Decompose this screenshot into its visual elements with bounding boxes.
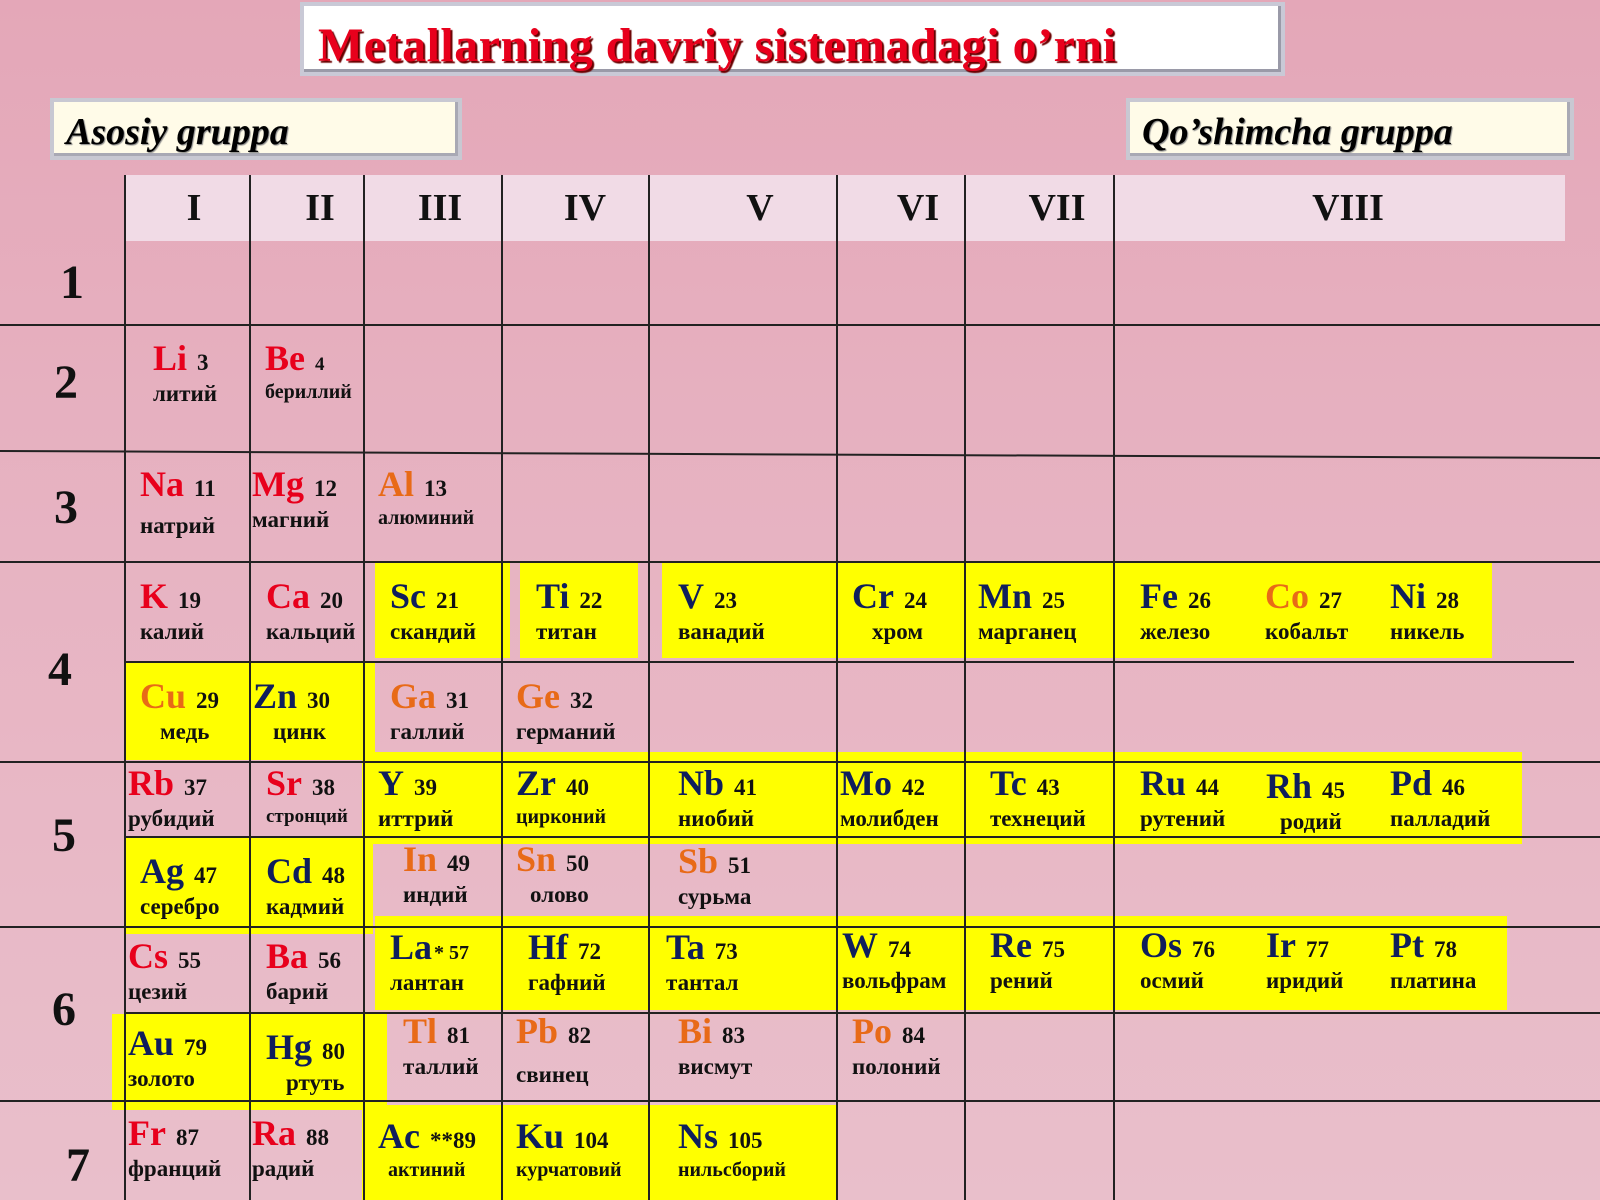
- element-W: W 74 вольфрам: [842, 925, 947, 993]
- element-Hf: Hf 72 гафний: [528, 927, 606, 995]
- element-Pb: Pb 82 свинец: [516, 1011, 592, 1087]
- element-Sb: Sb 51 сурьма: [678, 841, 752, 909]
- period-3: 3: [54, 481, 78, 534]
- element-Mo: Mo 42 молибден: [840, 763, 939, 831]
- grid-line: [0, 926, 1600, 928]
- element-Pd: Pd 46 палладий: [1390, 763, 1491, 831]
- grid-line: [124, 175, 126, 1200]
- element-Au: Au 79 золото: [128, 1023, 208, 1091]
- element-Al: Al 13 алюминий: [378, 464, 475, 529]
- element-Ni: Ni 28 никель: [1390, 576, 1465, 644]
- element-Ru: Ru 44 рутений: [1140, 763, 1226, 831]
- grid-line: [249, 175, 251, 1200]
- grid-line: [0, 324, 1600, 326]
- element-Ge: Ge 32 германий: [516, 676, 616, 744]
- element-Rb: Rb 37 рубидий: [128, 763, 215, 831]
- group-header-I: I: [186, 187, 202, 229]
- period-5: 5: [52, 809, 76, 862]
- grid-line: [648, 175, 650, 1200]
- element-Ga: Ga 31 галлий: [390, 676, 470, 744]
- element-Sn: Sn 50 олово: [516, 839, 590, 907]
- element-Re: Re 75 рений: [990, 925, 1065, 993]
- period-2: 2: [54, 356, 78, 409]
- element-Ac: Ac **89 актиний: [378, 1116, 476, 1181]
- grid-line: [124, 661, 1574, 663]
- element-Cd: Cd 48 кадмий: [266, 851, 346, 919]
- element-Hg: Hg 80 ртуть: [266, 1027, 346, 1095]
- page-title: Metallarning davriy sistemadagi o’rni: [318, 19, 1117, 72]
- element-Ba: Ba 56 барий: [266, 936, 342, 1004]
- period-1: 1: [60, 256, 84, 309]
- element-Nb: Nb 41 ниобий: [678, 763, 758, 831]
- element-Cu: Cu 29 медь: [140, 676, 220, 744]
- element-Cs: Cs 55 цезий: [128, 936, 202, 1004]
- period-4: 4: [48, 643, 72, 696]
- element-Be: Be 4 бериллий: [265, 338, 352, 403]
- sub-group-label: Qo’shimcha gruppa: [1142, 111, 1453, 153]
- element-Sc: Sc 21 скандий: [390, 576, 477, 644]
- group-header-VII: VII: [1028, 187, 1086, 229]
- title-box: Metallarning davriy sistemadagi o’rni: [300, 2, 1285, 76]
- grid-line: [0, 561, 1600, 563]
- element-Na: Na 11 натрий: [140, 464, 216, 538]
- element-Y: Y 39 иттрий: [378, 763, 454, 831]
- group-header-VI: VI: [896, 187, 940, 229]
- period-7: 7: [66, 1139, 90, 1192]
- group-header-V: V: [746, 187, 774, 229]
- grid-line: [501, 175, 503, 1200]
- grid-line: [124, 836, 1600, 838]
- grid-line: [1113, 175, 1115, 1200]
- group-header-VIII: VIII: [1312, 187, 1384, 229]
- element-Ns: Ns 105 нильсборий: [678, 1116, 786, 1181]
- element-V: V 23 ванадий: [678, 576, 765, 644]
- element-Os: Os 76 осмий: [1140, 925, 1216, 993]
- element-Bi: Bi 83 висмут: [678, 1011, 753, 1079]
- element-Pt: Pt 78 платина: [1390, 925, 1477, 993]
- group-header-II: II: [305, 187, 335, 229]
- element-Co: Co 27 кобальт: [1265, 576, 1349, 644]
- grid-line: [836, 175, 838, 1200]
- grid-line: [0, 450, 1600, 459]
- grid-line: [0, 761, 1600, 763]
- group-header-IV: IV: [563, 187, 607, 229]
- main-group-label-box: Asosiy gruppa: [50, 98, 462, 160]
- element-Mn: Mn 25 марганец: [978, 576, 1077, 644]
- element-Sr: Sr 38 стронций: [266, 763, 348, 827]
- grid-line: [964, 175, 966, 1200]
- element-Zr: Zr 40 цирконий: [516, 763, 606, 828]
- element-Ku: Ku 104 курчатовий: [516, 1116, 622, 1181]
- element-Ir: Ir 77 иридий: [1266, 925, 1344, 993]
- element-Fr: Fr 87 франций: [128, 1113, 222, 1181]
- element-Po: Po 84 полоний: [852, 1011, 941, 1079]
- element-Ra: Ra 88 радий: [252, 1113, 329, 1181]
- element-Rh: Rh 45 родий: [1266, 766, 1346, 834]
- element-Mg: Mg 12 магний: [252, 464, 337, 532]
- element-Zn: Zn 30 цинк: [253, 676, 331, 744]
- highlight: [662, 563, 1492, 658]
- element-Ti: Ti 22 титан: [536, 576, 603, 644]
- period-6: 6: [52, 983, 76, 1036]
- grid-line: [0, 1100, 1600, 1102]
- element-La: La * 57 лантан: [390, 927, 470, 995]
- element-Tc: Tc 43 технеций: [990, 763, 1086, 831]
- element-Ca: Ca 20 кальций: [266, 576, 356, 644]
- group-header-III: III: [417, 187, 463, 229]
- element-Cr: Cr 24 хром: [852, 576, 927, 644]
- element-Ta: Ta 73 тантал: [666, 927, 739, 995]
- element-Ag: Ag 47 серебро: [140, 851, 220, 919]
- element-Tl: Tl 81 таллий: [403, 1011, 479, 1079]
- element-Fe: Fe 26 железо: [1140, 576, 1211, 644]
- element-K: K 19 калий: [140, 576, 205, 644]
- grid-line: [363, 175, 365, 1200]
- element-In: In 49 индий: [403, 839, 471, 907]
- element-Li: Li 3 литий: [153, 338, 217, 406]
- main-group-label: Asosiy gruppa: [66, 111, 289, 153]
- sub-group-label-box: Qo’shimcha gruppa: [1126, 98, 1574, 160]
